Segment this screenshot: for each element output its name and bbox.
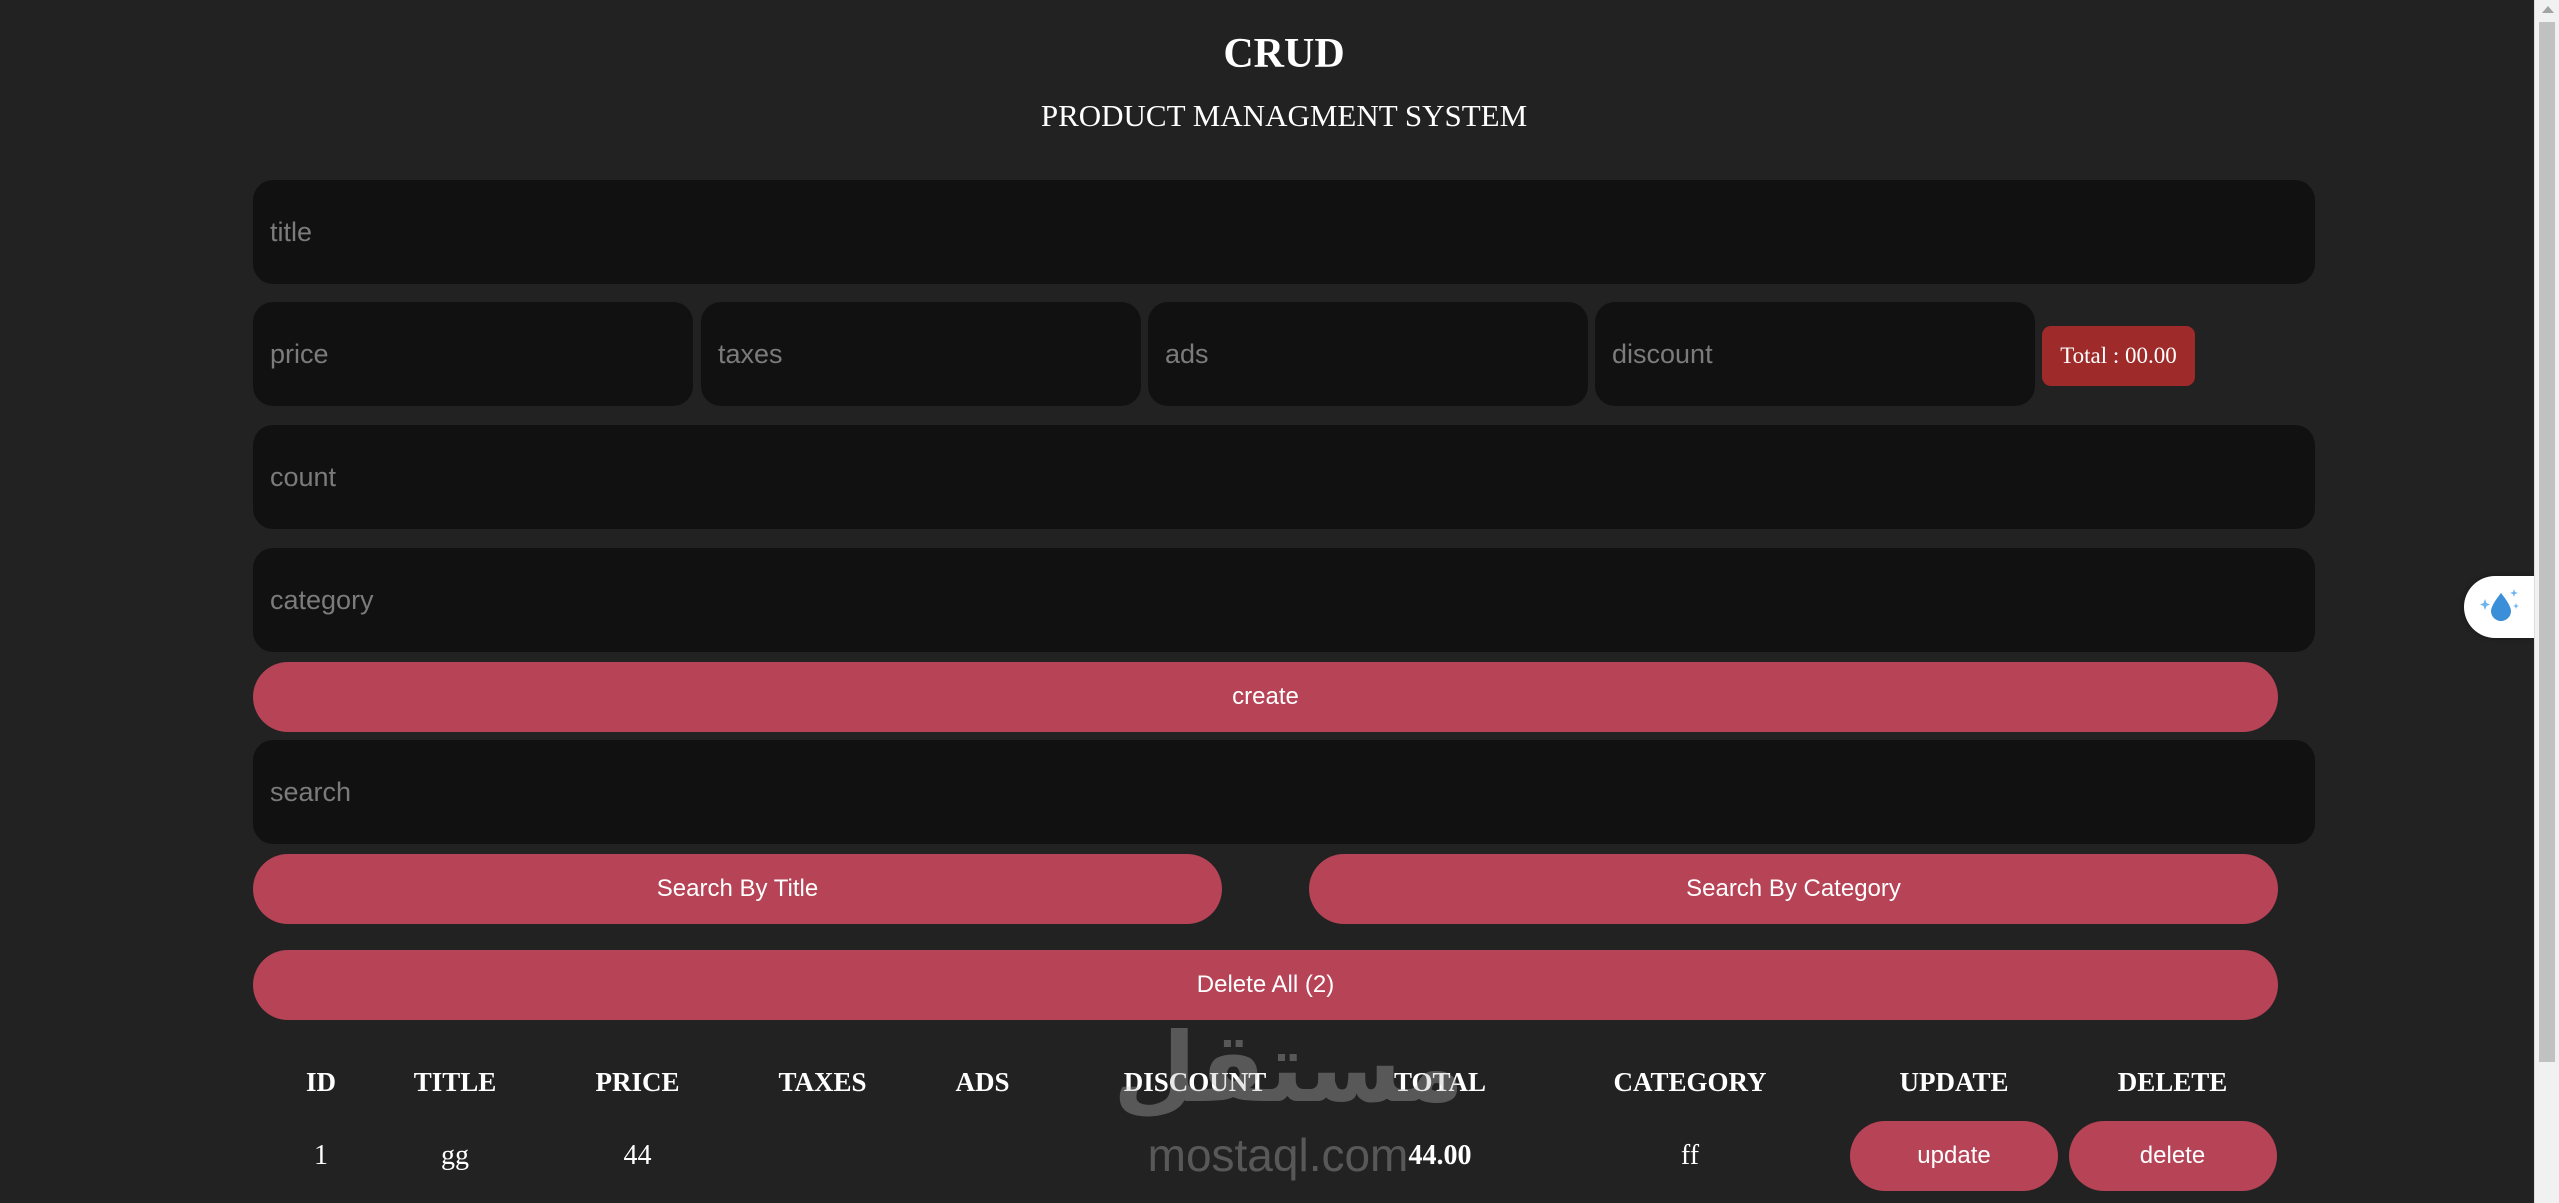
create-button[interactable]: create — [253, 662, 2278, 732]
taxes-input[interactable] — [701, 302, 1141, 406]
cell-price: 44 — [623, 1140, 652, 1171]
header-title: TITLE — [413, 1066, 497, 1097]
cell-discount — [1050, 1112, 1340, 1200]
header-ads: ADS — [955, 1066, 1010, 1097]
header-update: UPDATE — [1899, 1066, 2009, 1097]
header-discount: DISCOUNT — [1123, 1066, 1267, 1097]
header-id: ID — [305, 1066, 336, 1097]
cell-update: update — [1840, 1112, 2068, 1200]
search-by-category-button[interactable]: Search By Category — [1309, 854, 2278, 924]
products-table: ID TITLE PRICE TAXES ADS DISCOUNT TOTAL … — [277, 1052, 2277, 1200]
page-title: CRUD — [1223, 31, 1345, 77]
discount-input[interactable] — [1595, 302, 2035, 406]
total-display: Total : 00.00 — [2042, 326, 2195, 386]
scroll-up-arrow-icon[interactable] — [2542, 6, 2554, 13]
search-by-title-button[interactable]: Search By Title — [253, 854, 1222, 924]
table-row: 1 gg 44 44.00 ff update delete — [277, 1112, 2277, 1200]
floating-widget-button[interactable] — [2464, 576, 2534, 638]
delete-button[interactable]: delete — [2068, 1121, 2277, 1191]
water-drop-sparkle-icon — [2477, 585, 2521, 630]
cell-category: ff — [1680, 1140, 1700, 1171]
cell-ads — [915, 1112, 1050, 1200]
cell-delete: delete — [2068, 1112, 2277, 1200]
count-input[interactable] — [253, 425, 2315, 529]
cell-id: 1 — [314, 1140, 328, 1171]
scrollbar-thumb[interactable] — [2539, 22, 2555, 1062]
cell-taxes — [730, 1112, 915, 1200]
header-taxes: TAXES — [778, 1066, 867, 1097]
price-input[interactable] — [253, 302, 693, 406]
delete-all-button[interactable]: Delete All (2) — [253, 950, 2278, 1020]
page-scrollbar[interactable] — [2534, 0, 2559, 1203]
category-input[interactable] — [253, 548, 2315, 652]
header-total: TOTAL — [1393, 1066, 1487, 1097]
header-delete: DELETE — [2117, 1066, 2228, 1097]
ads-input[interactable] — [1148, 302, 1588, 406]
title-input[interactable] — [253, 180, 2315, 284]
header-category: CATEGORY — [1613, 1066, 1767, 1097]
update-button[interactable]: update — [1850, 1121, 2058, 1191]
table-header-row: ID TITLE PRICE TAXES ADS DISCOUNT TOTAL … — [277, 1052, 2277, 1112]
header-price: PRICE — [595, 1066, 680, 1097]
cell-title: gg — [441, 1140, 469, 1171]
search-input[interactable] — [253, 740, 2315, 844]
page-subtitle: PRODUCT MANAGMENT SYSTEM — [1040, 98, 1528, 133]
cell-total: 44.00 — [1408, 1140, 1472, 1171]
